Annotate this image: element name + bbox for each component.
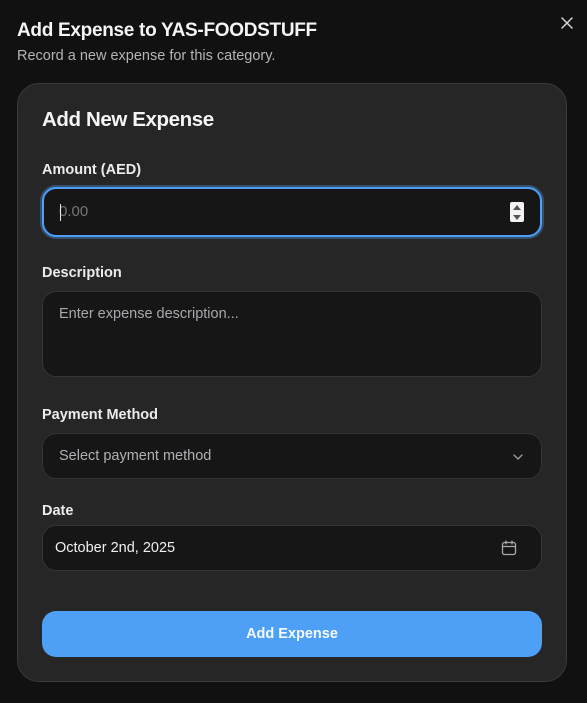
add-expense-button[interactable]: Add Expense bbox=[42, 611, 542, 657]
date-label: Date bbox=[42, 503, 74, 519]
amount-stepper[interactable] bbox=[510, 202, 524, 222]
payment-method-placeholder: Select payment method bbox=[59, 448, 212, 464]
dialog-subtitle: Record a new expense for this category. bbox=[17, 48, 276, 64]
expense-form-card: Add New Expense Amount (AED) Description… bbox=[17, 83, 567, 682]
payment-method-select[interactable]: Select payment method bbox=[42, 433, 542, 479]
description-field[interactable] bbox=[42, 291, 542, 377]
dialog-title: Add Expense to YAS-FOODSTUFF bbox=[17, 20, 317, 41]
chevron-down-icon bbox=[513, 454, 523, 460]
amount-field[interactable] bbox=[42, 187, 542, 237]
add-expense-dialog: Add Expense to YAS-FOODSTUFF Record a ne… bbox=[0, 0, 587, 703]
description-input[interactable] bbox=[59, 306, 527, 366]
amount-label: Amount (AED) bbox=[42, 162, 142, 178]
close-icon bbox=[561, 17, 573, 29]
close-button[interactable] bbox=[556, 12, 578, 34]
payment-method-label: Payment Method bbox=[42, 407, 159, 423]
calendar-icon[interactable] bbox=[501, 540, 517, 556]
date-value: October 2nd, 2025 bbox=[55, 540, 176, 556]
amount-input[interactable] bbox=[59, 189, 499, 235]
text-caret bbox=[60, 204, 61, 221]
description-label: Description bbox=[42, 265, 122, 281]
stepper-down-icon[interactable] bbox=[513, 214, 521, 220]
stepper-up-icon[interactable] bbox=[513, 204, 521, 210]
date-picker[interactable]: October 2nd, 2025 bbox=[42, 525, 542, 571]
form-title: Add New Expense bbox=[42, 108, 214, 131]
